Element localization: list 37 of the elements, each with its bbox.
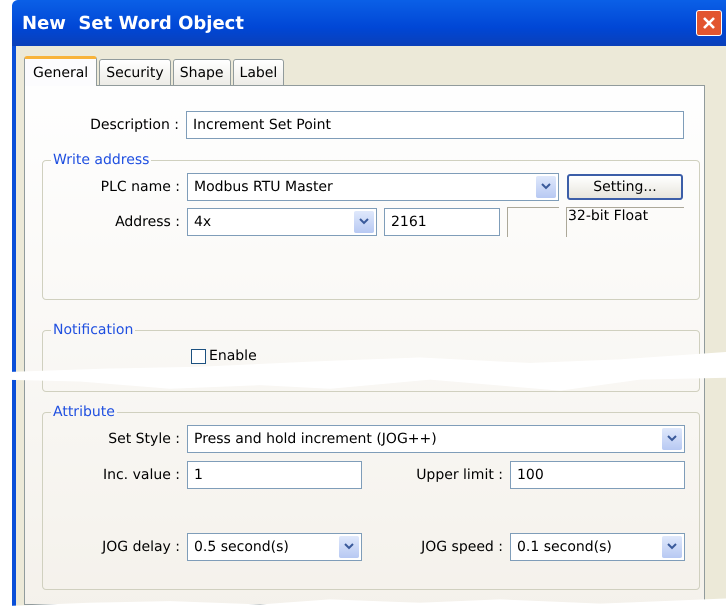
field-label: JOG delay : [100,539,180,555]
tab[interactable]: Security [99,59,171,85]
plc-name-dropdown[interactable]: Modbus RTU Master [187,173,559,201]
data-type-text: 32-bit Float [566,207,684,237]
jog-delay-dropdown[interactable]: 0.5 second(s) [187,533,362,561]
group-title: Notification [52,322,134,338]
description-field[interactable]: Increment Set Point [186,111,684,139]
tab[interactable]: General [24,56,98,86]
field-label: Set Style : [107,431,180,447]
caret-icon [667,435,677,443]
field-label: Description : [89,117,179,133]
field-label: Upper limit : [415,467,503,483]
address-field[interactable]: 2161 [384,208,500,236]
static-box [507,207,559,237]
checkbox[interactable] [191,348,206,364]
caret-icon [667,543,677,551]
caret-icon [541,183,551,191]
close-icon [701,15,717,31]
set-style-dropdown[interactable]: Press and hold increment (JOG++) [187,425,685,453]
field-label: Address : [114,214,180,230]
field-label: PLC name : [100,179,180,195]
caret-icon [359,218,369,226]
window-title: New Set Word Object [22,12,244,34]
group-title: Attribute [52,404,116,420]
upper-limit-field[interactable]: 100 [510,461,685,489]
jog-speed-dropdown[interactable]: 0.1 second(s) [510,533,685,561]
group-title: Write address [52,152,150,168]
setting-button[interactable]: Setting... [567,174,683,200]
address-type-dropdown[interactable]: 4x [187,208,377,236]
enable-checkbox[interactable]: Enable [191,348,257,364]
tab[interactable]: Shape [172,59,231,85]
close-button[interactable] [696,10,722,36]
caret-icon [344,543,354,551]
tab[interactable]: Label [232,59,284,85]
field-label: JOG speed : [419,539,503,555]
field-label: Inc. value : [102,467,180,483]
inc-value-field[interactable]: 1 [187,461,362,489]
